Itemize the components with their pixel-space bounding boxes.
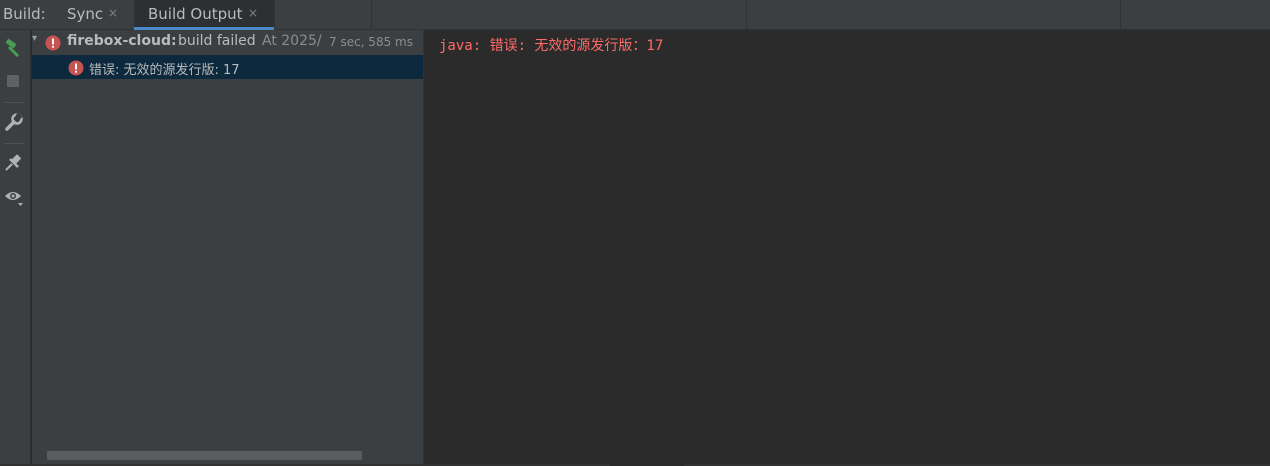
eye-icon: [5, 192, 23, 206]
tab-divider: [274, 0, 275, 29]
toolbar-separator: [4, 143, 24, 144]
pin-button[interactable]: [3, 152, 25, 174]
build-tool-window: Build: Sync × Build Output × ▾ firebox-c…: [0, 0, 1270, 466]
tree-row-error[interactable]: 错误: 无效的源发行版: 17: [32, 55, 423, 79]
tab-build-output-close-icon[interactable]: ×: [248, 6, 258, 20]
tab-sync[interactable]: Sync ×: [57, 0, 133, 30]
build-timestamp: At 2025/: [262, 33, 322, 49]
wrench-icon: [5, 112, 23, 131]
error-message: 错误: 无效的源发行版: 17: [89, 63, 240, 78]
error-icon: [45, 35, 61, 51]
stop-button[interactable]: [3, 70, 25, 92]
tool-window-header: Build: Sync × Build Output ×: [0, 0, 1270, 30]
tree-row-build-result[interactable]: ▾ firebox-cloud: build failed At 2025/ 7…: [32, 30, 423, 54]
build-status: build failed: [178, 33, 256, 49]
tab-build-output[interactable]: Build Output ×: [134, 0, 274, 30]
build-toolbar: [0, 30, 31, 466]
build-duration: 7 sec, 585 ms: [329, 35, 413, 49]
view-options-button[interactable]: [3, 186, 25, 208]
horizontal-scrollbar-thumb[interactable]: [47, 451, 362, 460]
console-output[interactable]: java: 错误: 无效的源发行版：17: [424, 30, 1270, 466]
hammer-icon: [5, 38, 19, 57]
tab-sync-label: Sync: [67, 5, 104, 23]
pin-icon: [5, 154, 21, 171]
stop-icon: [7, 75, 19, 87]
tab-build-output-label: Build Output: [148, 5, 243, 23]
tab-divider: [746, 0, 747, 29]
tool-window-title: Build:: [3, 5, 46, 23]
console-error-line: java: 错误: 无效的源发行版：17: [439, 38, 664, 54]
error-icon: [68, 60, 84, 76]
tab-divider: [371, 0, 372, 29]
project-name: firebox-cloud:: [67, 33, 177, 49]
settings-button[interactable]: [3, 112, 25, 134]
tab-sync-close-icon[interactable]: ×: [108, 6, 118, 20]
tab-divider: [1120, 0, 1121, 29]
toolbar-separator: [4, 102, 24, 103]
expand-arrow-icon[interactable]: ▾: [32, 33, 37, 44]
build-tree: ▾ firebox-cloud: build failed At 2025/ 7…: [32, 30, 423, 466]
rebuild-button[interactable]: [3, 38, 25, 60]
